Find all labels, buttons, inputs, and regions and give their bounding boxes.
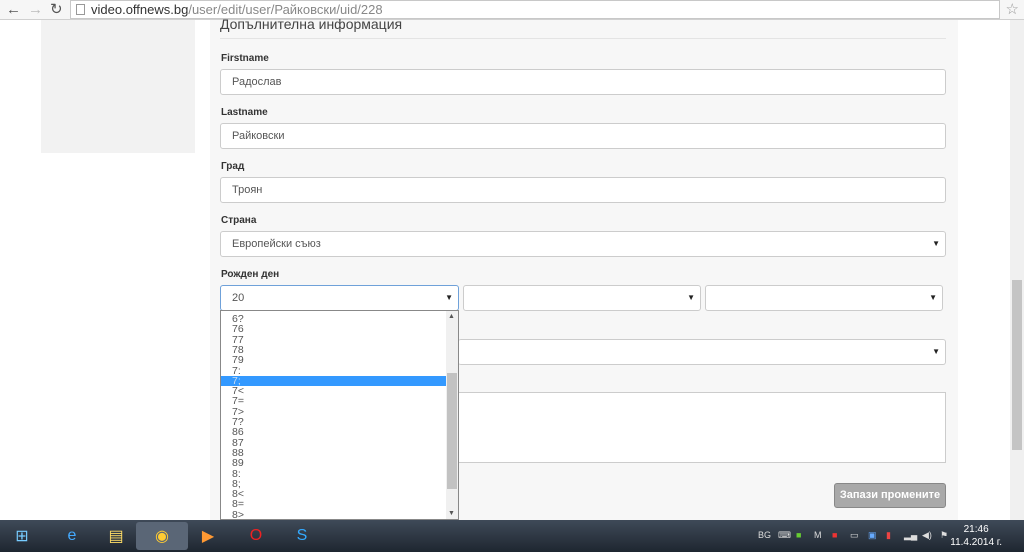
url-host: video.offnews.bg (91, 2, 189, 17)
dropdown-option[interactable]: 7> (221, 406, 446, 417)
chevron-down-icon: ▼ (687, 293, 695, 302)
day-select[interactable]: 20 ▼ (220, 285, 459, 311)
address-bar[interactable]: video.offnews.bg/user/edit/user/Райковск… (70, 0, 1000, 19)
lastname-label: Lastname (221, 107, 268, 118)
city-label: Град (221, 161, 245, 172)
media-player-icon[interactable]: ▶ (182, 522, 234, 550)
dropdown-option[interactable]: 8> (221, 509, 446, 519)
page-icon (76, 4, 85, 15)
day-dropdown-list[interactable]: ▲ ▼ 6? 76 77 78 79 7: 7; 7< 7= 7> 7? 86 87 88 89 8: 8; 8<… (220, 310, 459, 520)
skype-icon[interactable]: S (276, 522, 328, 550)
lastname-input[interactable]: Райковски (220, 123, 946, 149)
dropdown-option[interactable]: 8= (221, 499, 446, 510)
dropdown-option[interactable]: 79 (221, 355, 446, 366)
chevron-down-icon: ▼ (445, 293, 453, 302)
back-icon[interactable]: ← (6, 1, 21, 19)
hidden-select[interactable]: ▼ (458, 339, 946, 365)
dropdown-scroll-thumb[interactable] (447, 373, 457, 489)
page-scrollbar[interactable] (1010, 20, 1024, 520)
dropdown-option[interactable]: 76 (221, 324, 446, 335)
forward-icon[interactable]: → (28, 1, 43, 19)
language-indicator[interactable]: BG (758, 530, 771, 540)
dropdown-scrollbar[interactable]: ▲ ▼ (446, 311, 458, 519)
dropdown-option[interactable]: 8< (221, 489, 446, 500)
clock[interactable]: 21:46 11.4.2014 г. (950, 523, 1002, 549)
scroll-down-icon[interactable]: ▼ (448, 510, 455, 517)
sidebar-panel (41, 20, 195, 153)
malwarebytes-icon[interactable]: M (814, 530, 822, 540)
city-input[interactable]: Троян (220, 177, 946, 203)
month-select[interactable]: ▼ (463, 285, 701, 311)
divider (220, 38, 946, 39)
page-scroll-thumb[interactable] (1012, 280, 1022, 450)
flag-icon[interactable]: ⚑ (940, 530, 948, 541)
firstname-input[interactable]: Радослав (220, 69, 946, 95)
dropdown-option[interactable]: 7< (221, 386, 446, 397)
bookmark-star-icon[interactable]: ☆ (1006, 0, 1019, 18)
reload-icon[interactable]: ↻ (50, 1, 63, 19)
dropdown-option[interactable]: 7= (221, 396, 446, 407)
dropdown-option[interactable]: 7? (221, 417, 446, 428)
battery-icon[interactable]: ▮ (886, 530, 891, 541)
dropdown-option[interactable]: 7; (221, 376, 446, 386)
date: 11.4.2014 г. (950, 537, 1002, 548)
dropdown-option[interactable]: 87 (221, 437, 446, 448)
year-select[interactable]: ▼ (705, 285, 943, 311)
country-select[interactable]: Европейски съюз ▼ (220, 231, 946, 257)
scroll-up-icon[interactable]: ▲ (448, 313, 455, 320)
taskbar: ⊞ e ▤ ◉ ▶ O S BG ⌨ ■ M ■ ▭ ▣ ▮ ▂▄ ◀) ⚑ 2… (0, 520, 1024, 552)
display-icon[interactable]: ▭ (850, 530, 859, 541)
chevron-down-icon: ▼ (929, 293, 937, 302)
dropdown-option[interactable]: 8; (221, 479, 446, 490)
app-tray-icon[interactable]: ■ (796, 530, 801, 540)
keyboard-icon[interactable]: ⌨ (778, 530, 791, 541)
firstname-label: Firstname (221, 53, 269, 64)
opera-icon[interactable]: O (230, 522, 282, 550)
signal-icon[interactable]: ▂▄ (904, 530, 917, 541)
avira-icon[interactable]: ■ (832, 530, 837, 540)
chrome-icon[interactable]: ◉ (136, 522, 188, 550)
volume-icon[interactable]: ◀) (922, 530, 932, 541)
textarea[interactable] (458, 392, 946, 463)
country-value: Европейски съюз (232, 238, 321, 250)
dropdown-option[interactable]: 88 (221, 448, 446, 459)
dropdown-option[interactable]: 8: (221, 468, 446, 479)
section-heading: Допълнителна информация (220, 16, 403, 32)
save-button[interactable]: Запази промените (834, 483, 946, 508)
url-path: /user/edit/user/Райковски/uid/228 (188, 2, 383, 17)
dropdown-option[interactable]: 7: (221, 365, 446, 376)
browser-toolbar: ← → ↻ video.offnews.bg/user/edit/user/Ра… (0, 0, 1024, 20)
start-button[interactable]: ⊞ (0, 522, 44, 550)
dropdown-option[interactable]: 89 (221, 458, 446, 469)
time: 21:46 (963, 524, 989, 535)
dropdown-option[interactable]: 78 (221, 345, 446, 356)
dropdown-option[interactable]: 86 (221, 427, 446, 438)
dropdown-option[interactable]: 6? (221, 314, 446, 325)
chevron-down-icon: ▼ (932, 347, 940, 356)
day-value: 20 (232, 292, 245, 304)
network-app-icon[interactable]: ▣ (868, 530, 877, 541)
dropdown-option[interactable]: 77 (221, 334, 446, 345)
chevron-down-icon: ▼ (932, 239, 940, 248)
country-label: Страна (221, 215, 257, 226)
birthday-label: Рожден ден (221, 269, 280, 280)
explorer-icon[interactable]: ▤ (90, 522, 142, 550)
